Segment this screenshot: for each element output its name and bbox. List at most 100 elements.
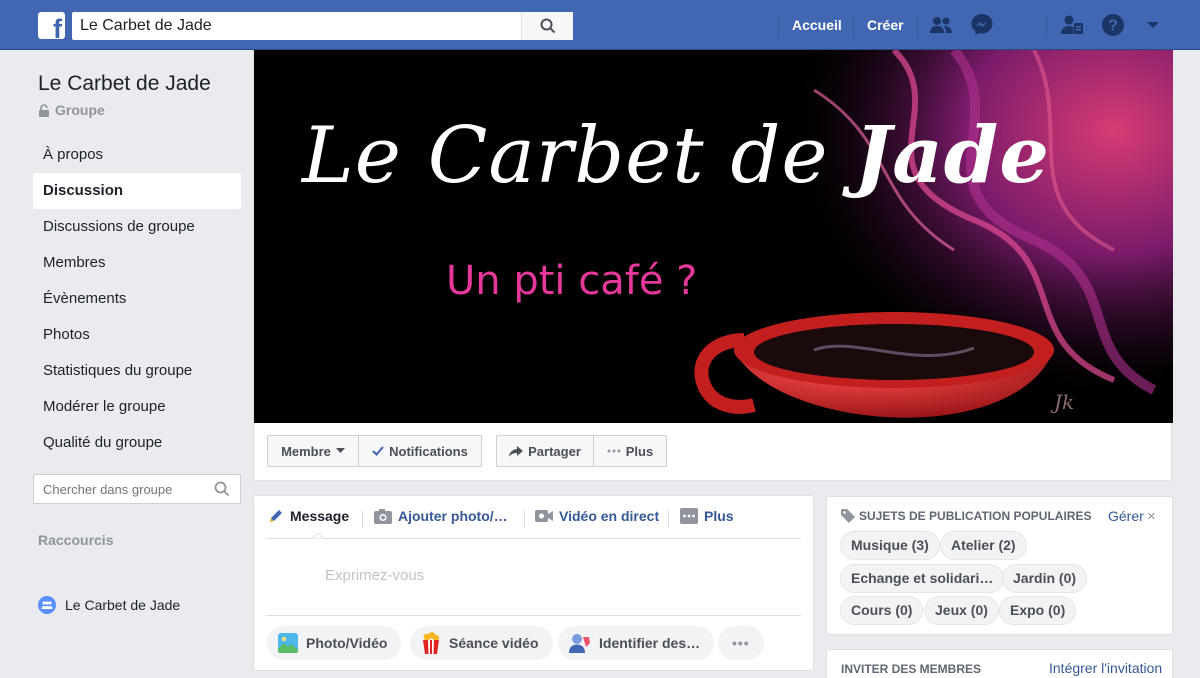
- topic-chip[interactable]: Atelier (2): [940, 531, 1027, 560]
- nav-separator: [917, 15, 918, 37]
- nav-separator: [1046, 15, 1047, 37]
- composer-tab-label: Vidéo en direct: [559, 508, 660, 524]
- sidebar-item-events[interactable]: Évènements: [33, 281, 241, 317]
- search-input[interactable]: [72, 12, 520, 40]
- shortcut-item[interactable]: Le Carbet de Jade: [38, 596, 180, 614]
- photo-video-label: Photo/Vidéo: [306, 635, 388, 651]
- shortcuts-heading: Raccourcis: [38, 532, 114, 548]
- embed-invite-link[interactable]: Intégrer l'invitation: [1049, 660, 1162, 676]
- group-search-input[interactable]: [34, 475, 204, 503]
- search-icon[interactable]: [214, 481, 230, 497]
- composer-divider: [266, 615, 801, 616]
- tab-separator: [668, 510, 669, 528]
- popular-topics-card: SUJETS DE PUBLICATION POPULAIRES Gérer ×…: [826, 496, 1173, 635]
- shortcut-label: Le Carbet de Jade: [65, 597, 181, 613]
- cover-subtitle: Un pti café ?: [446, 258, 698, 304]
- watch-party-label: Séance vidéo: [449, 635, 539, 651]
- tag-people-label: Identifier des…: [599, 635, 701, 651]
- cover-artwork: [254, 50, 1173, 423]
- cover-photo[interactable]: Le Carbet de Jade Un pti café ? Jk: [254, 50, 1173, 423]
- popular-topics-heading: SUJETS DE PUBLICATION POPULAIRES: [841, 509, 1091, 523]
- topic-chip[interactable]: Echange et solidari…: [840, 564, 1005, 593]
- nav-create-link[interactable]: Créer: [867, 17, 904, 33]
- popular-topics-title: SUJETS DE PUBLICATION POPULAIRES: [859, 509, 1092, 523]
- popcorn-icon: [423, 632, 440, 654]
- pencil-icon: [270, 510, 282, 522]
- composer-tab-live-video[interactable]: Vidéo en direct: [535, 508, 659, 524]
- topic-chip[interactable]: Jeux (0): [924, 596, 999, 625]
- invite-members-card: INVITER DES MEMBRES Intégrer l'invitatio…: [826, 649, 1173, 678]
- sidebar-item-moderate[interactable]: Modérer le groupe: [33, 389, 241, 425]
- watch-party-button[interactable]: Séance vidéo: [410, 626, 553, 660]
- sidebar-item-members[interactable]: Membres: [33, 245, 241, 281]
- member-button[interactable]: Membre: [267, 435, 359, 467]
- unlocked-icon: [39, 103, 49, 117]
- tag-people-button[interactable]: Identifier des…: [558, 626, 715, 660]
- group-type-label: Groupe: [55, 102, 105, 118]
- cover-card: Le Carbet de Jade Un pti café ? Jk Membr…: [253, 50, 1173, 481]
- composer-input[interactable]: Exprimez-vous: [325, 567, 424, 584]
- search-button[interactable]: [521, 12, 573, 40]
- sidebar-item-about[interactable]: À propos: [33, 137, 241, 173]
- cover-title-bold: Jade: [854, 110, 1050, 201]
- share-button[interactable]: Partager: [496, 435, 594, 467]
- post-composer: Message Ajouter photo/… Vidéo en direct …: [253, 495, 814, 671]
- topic-chip[interactable]: Musique (3): [840, 531, 940, 560]
- more-button-label: Plus: [625, 443, 654, 459]
- dropdown-icon[interactable]: [1141, 13, 1165, 37]
- group-icon: [38, 596, 56, 614]
- sidebar-item-quality[interactable]: Qualité du groupe: [33, 425, 241, 461]
- more-button[interactable]: Plus: [593, 435, 667, 467]
- composer-tab-add-photo[interactable]: Ajouter photo/…: [374, 508, 508, 524]
- sidebar-item-photos[interactable]: Photos: [33, 317, 241, 353]
- composer-tab-message[interactable]: Message: [268, 508, 349, 524]
- member-button-label: Membre: [281, 443, 331, 459]
- group-privacy: Groupe: [38, 102, 105, 118]
- cover-title-light: Le Carbet de: [302, 111, 829, 201]
- topic-chip[interactable]: Jardin (0): [1002, 564, 1088, 593]
- group-search-box: [33, 474, 241, 504]
- search-icon: [540, 18, 555, 34]
- check-icon: [372, 446, 384, 456]
- cover-signature: Jk: [1054, 390, 1075, 414]
- composer-tab-label: Message: [290, 508, 350, 524]
- composer-tab-label: Plus: [704, 508, 734, 524]
- ellipsis-icon: [607, 449, 621, 453]
- photo-video-button[interactable]: Photo/Vidéo: [267, 626, 402, 660]
- messenger-icon[interactable]: [970, 13, 994, 37]
- more-options-button[interactable]: •••: [718, 626, 764, 660]
- help-icon[interactable]: ?: [1101, 13, 1125, 37]
- composer-tab-more[interactable]: Plus: [680, 508, 734, 524]
- search-bar: [72, 12, 573, 40]
- notifications-button-label: Notifications: [389, 443, 468, 459]
- svg-text:?: ?: [1108, 18, 1118, 35]
- nav-home-link[interactable]: Accueil: [792, 17, 842, 33]
- left-sidebar: Le Carbet de Jade Groupe À propos Discus…: [0, 50, 253, 678]
- sidebar-item-group-discussions[interactable]: Discussions de groupe: [33, 209, 241, 245]
- sidebar-item-insights[interactable]: Statistiques du groupe: [33, 353, 241, 389]
- facebook-logo-icon[interactable]: f: [38, 12, 65, 39]
- invite-members-title: INVITER DES MEMBRES: [841, 662, 982, 676]
- camera-icon: [374, 508, 392, 524]
- active-tab-caret: [312, 533, 324, 539]
- share-arrow-icon: [509, 445, 524, 457]
- tag-people-icon: [569, 634, 590, 653]
- group-navigation: À propos Discussion Discussions de group…: [33, 137, 241, 461]
- more-options-icon: •••: [732, 635, 750, 651]
- nav-separator: [778, 15, 779, 37]
- tag-icon: [841, 509, 855, 523]
- notifications-button[interactable]: Notifications: [358, 435, 482, 467]
- friends-icon[interactable]: [929, 13, 953, 37]
- chevron-down-icon: [335, 448, 345, 453]
- sidebar-item-discussion[interactable]: Discussion: [33, 173, 241, 209]
- close-icon[interactable]: ×: [1147, 508, 1156, 525]
- video-camera-icon: [535, 510, 553, 522]
- composer-divider: [266, 538, 801, 539]
- topic-chip[interactable]: Expo (0): [999, 596, 1077, 625]
- more-icon: [680, 508, 698, 524]
- topic-chip[interactable]: Cours (0): [840, 596, 924, 625]
- friend-requests-icon[interactable]: [1060, 13, 1084, 37]
- manage-topics-link[interactable]: Gérer: [1108, 508, 1144, 524]
- group-title[interactable]: Le Carbet de Jade: [38, 72, 211, 96]
- tab-separator: [362, 510, 363, 528]
